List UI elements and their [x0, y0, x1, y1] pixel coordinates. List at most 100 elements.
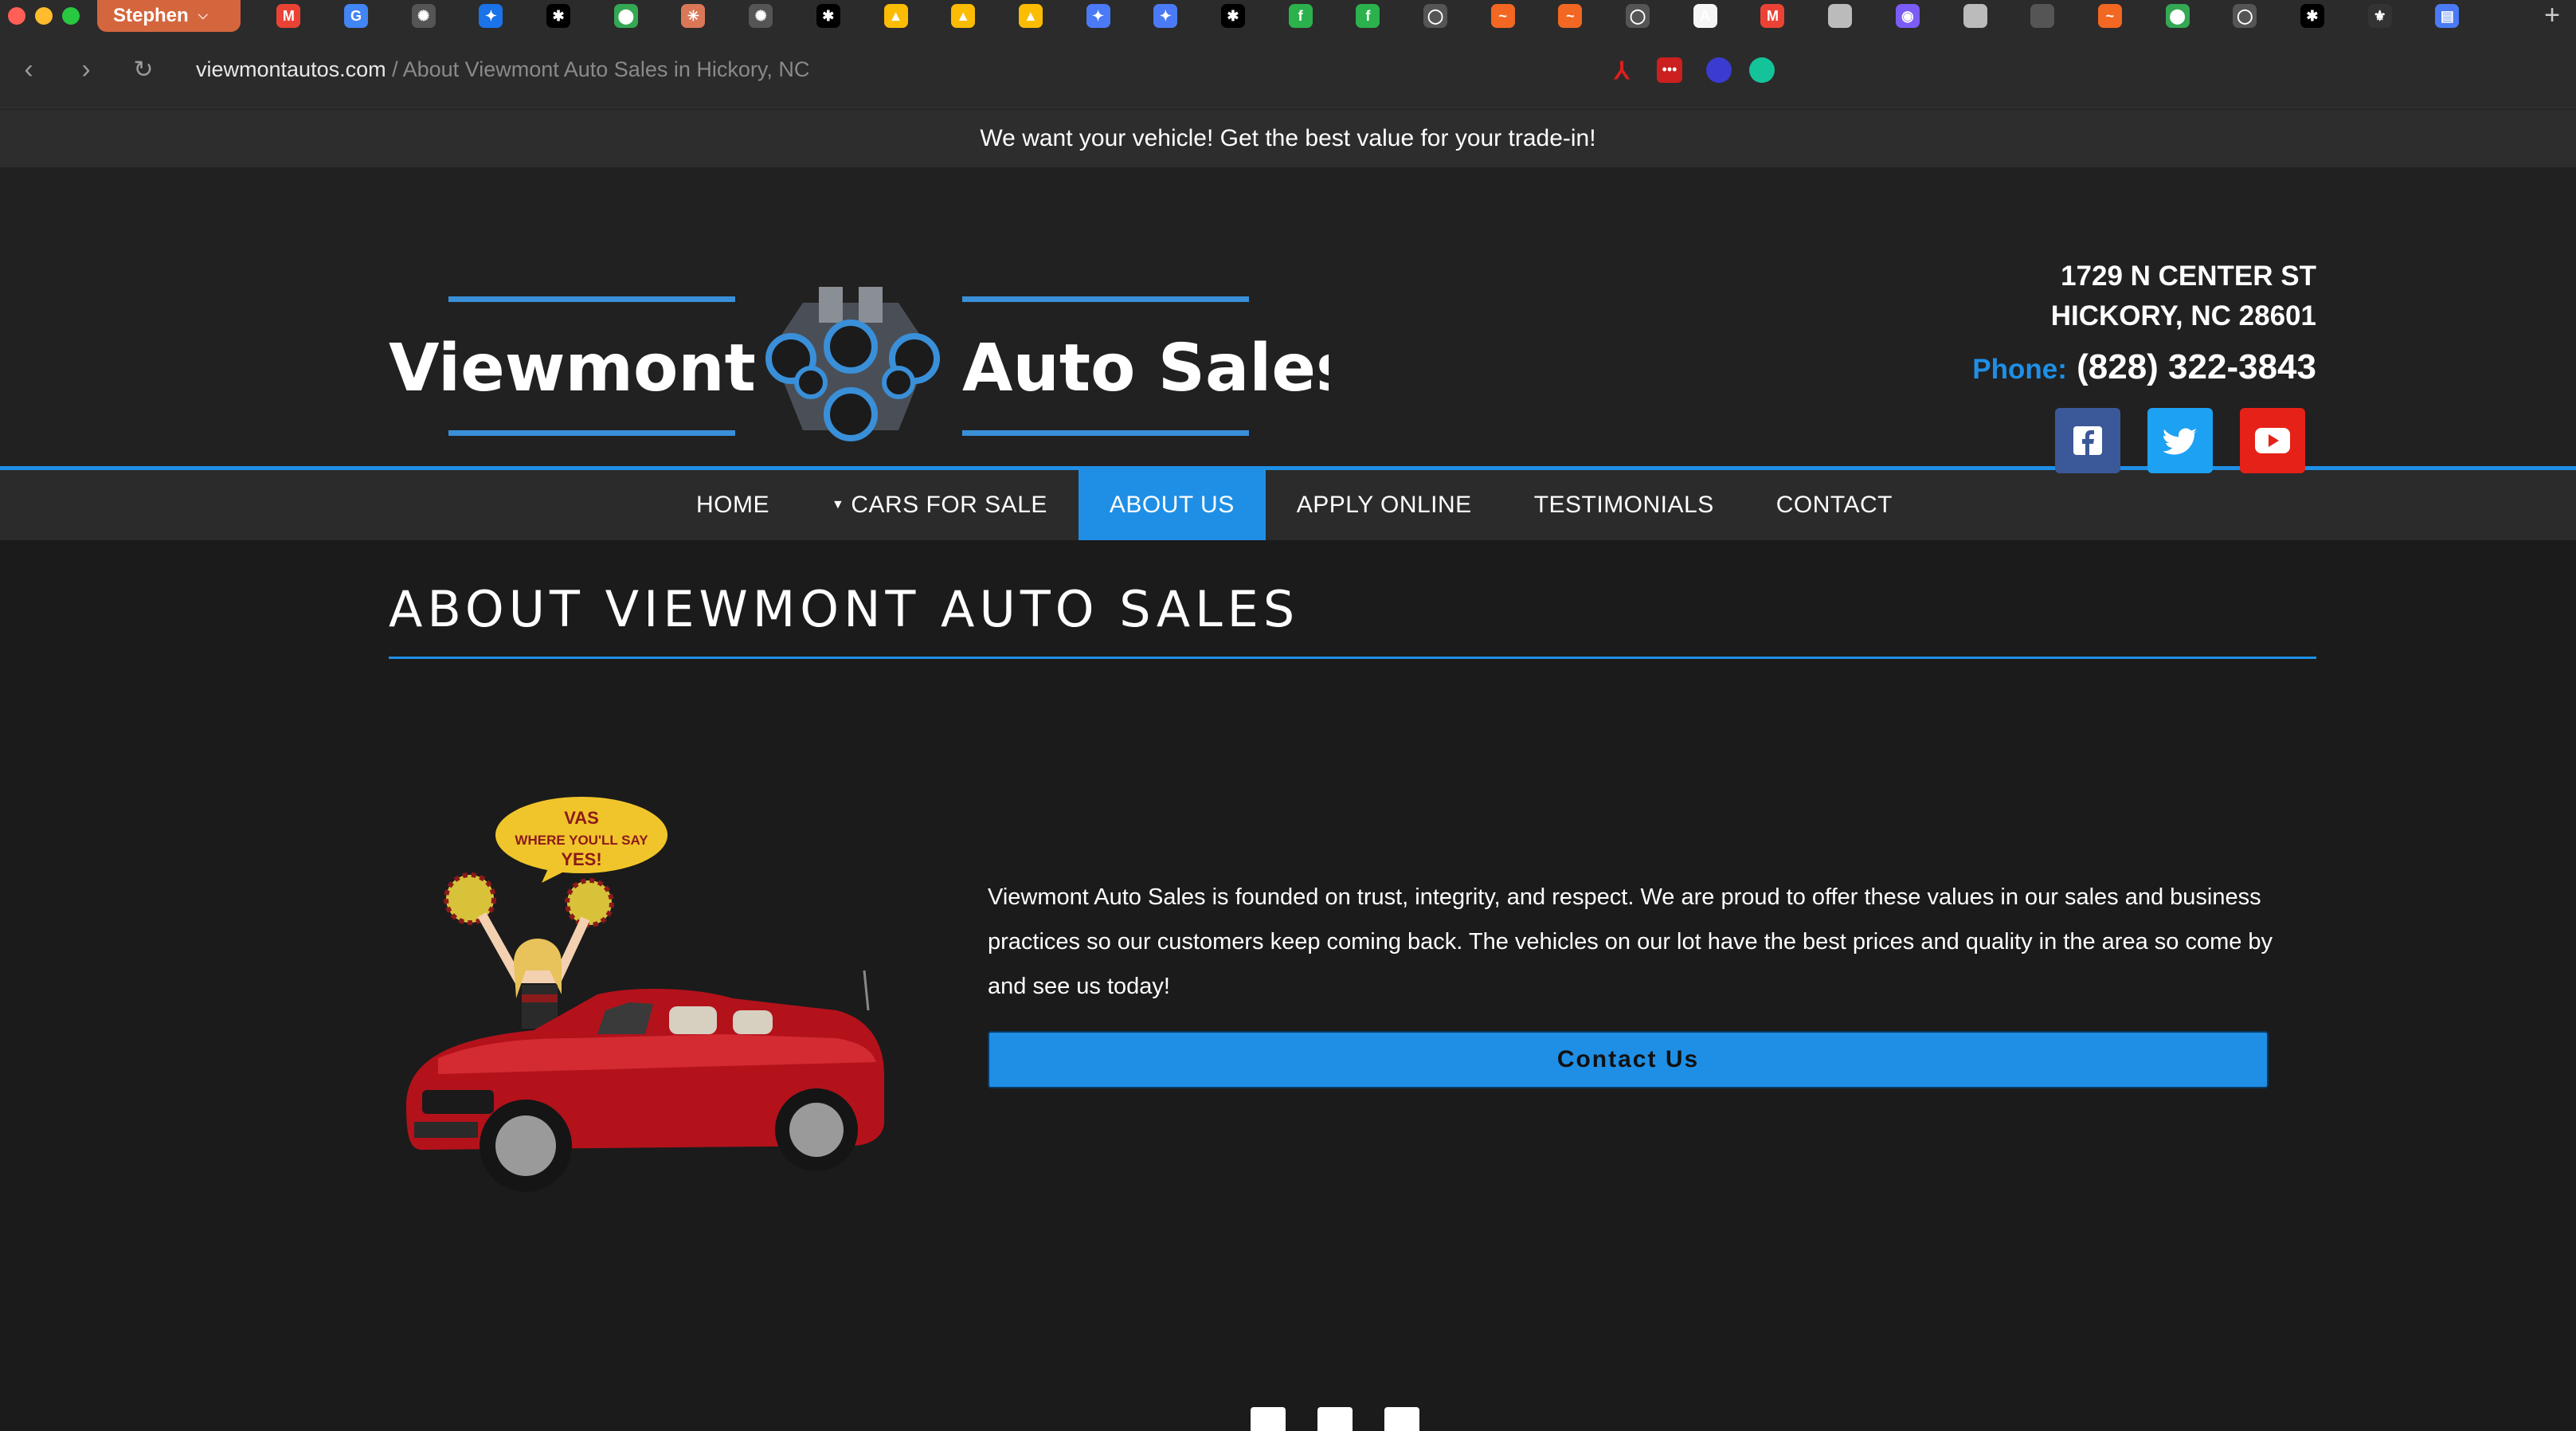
window-controls [0, 7, 80, 25]
browser-tab[interactable]: ✺ [727, 0, 795, 32]
bubble-line-3: YES! [561, 849, 601, 869]
gray-circle-icon [1828, 4, 1853, 28]
zoom-window-button[interactable] [62, 7, 80, 25]
browser-tab[interactable] [2009, 0, 2077, 32]
social-links [1972, 408, 2316, 473]
browser-tab[interactable]: ✦ [457, 0, 525, 32]
back-arrow-icon[interactable]: ‹ [0, 54, 57, 85]
viewmont-logo[interactable]: Viewmont Auto Sales [389, 287, 1329, 446]
nav-item-label: TESTIMONIALS [1533, 492, 1714, 518]
page-title: ABOUT VIEWMONT AUTO SALES [389, 580, 1300, 638]
browser-tab[interactable]: ✦ [1132, 0, 1200, 32]
site-header: Viewmont Auto Sales 1729 N CENTER ST HIC… [0, 167, 2576, 473]
browser-tab[interactable]: ~ [1469, 0, 1537, 32]
openai-icon: ✺ [411, 4, 436, 28]
gemini-icon: ✦ [1153, 4, 1178, 28]
main-navigation: HOME ▼ CARS FOR SALE ABOUT US APPLY ONLINE TE… [0, 470, 2576, 540]
new-tab-button[interactable]: + [2544, 0, 2560, 32]
browser-tab[interactable]: ~ [2077, 0, 2144, 32]
claude-icon: ✳ [681, 4, 706, 28]
browser-tab[interactable]: ✺ [390, 0, 457, 32]
browser-tab[interactable]: ~ [1537, 0, 1604, 32]
logo-text-left: Viewmont [389, 331, 756, 406]
browser-tab[interactable] [1807, 0, 1874, 32]
twitter-button[interactable] [2147, 408, 2213, 473]
about-description: Viewmont Auto Sales is founded on trust,… [988, 884, 2273, 999]
browser-tab[interactable]: ▲ [862, 0, 930, 32]
gray-circle-icon [1963, 4, 1987, 28]
browser-tab[interactable]: A [1671, 0, 1739, 32]
phone-label: Phone: [1972, 354, 2067, 385]
browser-tab[interactable]: f [1266, 0, 1334, 32]
browser-tab[interactable]: ✦ [1064, 0, 1132, 32]
browser-tab[interactable]: ⚜ [2346, 0, 2414, 32]
assistant-extension-icon[interactable] [1706, 57, 1732, 83]
playstation-icon: ✦ [479, 4, 503, 28]
browser-tab[interactable]: G [323, 0, 390, 32]
browser-tab[interactable]: ⬤ [592, 0, 660, 32]
orange-app-icon: ~ [2097, 4, 2122, 28]
browser-tab[interactable]: ⬤ [2143, 0, 2211, 32]
bbb-icon: ⚜ [2367, 4, 2392, 28]
nav-item-cars-for-sale[interactable]: ▼ CARS FOR SALE [801, 470, 1079, 540]
reload-icon[interactable]: ↻ [115, 56, 172, 84]
forward-arrow-icon[interactable]: › [57, 54, 115, 85]
address-line-1: 1729 N CENTER ST [2061, 261, 2316, 292]
chevron-down-icon: ⌵ [198, 9, 208, 22]
red-convertible [406, 970, 884, 1192]
gray-square-icon [2030, 4, 2055, 28]
caret-down-icon: ▼ [831, 498, 845, 512]
browser-tab[interactable]: ✱ [2279, 0, 2347, 32]
browser-tab[interactable]: ✱ [1200, 0, 1267, 32]
browser-tab[interactable]: M [1739, 0, 1807, 32]
nav-item-home[interactable]: HOME [665, 470, 801, 540]
browser-tab[interactable]: ◯ [2211, 0, 2279, 32]
feedly-icon: f [1288, 4, 1313, 28]
nav-item-about-us[interactable]: ABOUT US [1078, 470, 1266, 540]
browser-tab[interactable]: ◯ [1604, 0, 1672, 32]
grammarly-extension-icon[interactable] [1749, 57, 1775, 83]
browser-tab[interactable]: ▲ [930, 0, 997, 32]
footer-facebook-icon[interactable] [1251, 1407, 1286, 1431]
phone: Phone: (828) 322-3843 [1972, 347, 2316, 387]
title-divider [389, 657, 2316, 659]
contact-us-button[interactable]: Contact Us [988, 1031, 2269, 1088]
minimize-window-button[interactable] [35, 7, 53, 25]
pdf-extension-icon[interactable]: ⅄ [1609, 57, 1634, 84]
profile-tab-group[interactable]: Stephen ⌵ [97, 0, 241, 32]
browser-tab[interactable]: ✱ [525, 0, 593, 32]
nav-item-label: CONTACT [1775, 492, 1893, 518]
browser-tab[interactable]: M [255, 0, 323, 32]
browser-tab[interactable]: ✳ [660, 0, 727, 32]
browser-tab[interactable]: ▤ [2414, 0, 2481, 32]
lastpass-extension-icon[interactable]: ••• [1657, 57, 1682, 83]
close-window-button[interactable] [8, 7, 25, 25]
browser-tab[interactable]: ◯ [1402, 0, 1470, 32]
nav-item-apply-online[interactable]: APPLY ONLINE [1266, 470, 1503, 540]
browser-tab[interactable] [1941, 0, 2009, 32]
phone-number[interactable]: (828) 322-3843 [2077, 347, 2316, 386]
cheerleader-convertible-image: VAS WHERE YOU'LL SAY YES! [406, 797, 884, 1192]
facebook-button[interactable] [2055, 408, 2120, 473]
footer-youtube-icon[interactable] [1384, 1407, 1419, 1431]
document-icon: ▤ [2435, 4, 2460, 28]
browser-tab[interactable]: ✱ [795, 0, 863, 32]
address-bar[interactable]: viewmontautos.com / About Viewmont Auto … [196, 57, 809, 82]
nav-item-label: CARS FOR SALE [851, 492, 1047, 518]
browser-tab[interactable]: f [1334, 0, 1402, 32]
browser-tab[interactable]: ◉ [1874, 0, 1942, 32]
footer-twitter-icon[interactable] [1317, 1407, 1353, 1431]
bubble-line-2: WHERE YOU'LL SAY [515, 833, 648, 848]
header-contact: 1729 N CENTER ST HICKORY, NC 28601 Phone… [1972, 257, 2316, 473]
nav-item-contact[interactable]: CONTACT [1745, 470, 1924, 540]
nav-item-testimonials[interactable]: TESTIMONIALS [1503, 470, 1745, 540]
youtube-button[interactable] [2240, 408, 2305, 473]
gmail-icon: M [1760, 4, 1785, 28]
browser-tab[interactable]: ▲ [997, 0, 1065, 32]
maps-icon: ⬤ [613, 4, 638, 28]
openai-icon: ✺ [749, 4, 773, 28]
twitter-icon [2163, 428, 2198, 455]
url-page-title: / About Viewmont Auto Sales in Hickory, … [386, 57, 810, 81]
nav-item-label: ABOUT US [1109, 492, 1235, 518]
app-icon: ✱ [546, 4, 571, 28]
